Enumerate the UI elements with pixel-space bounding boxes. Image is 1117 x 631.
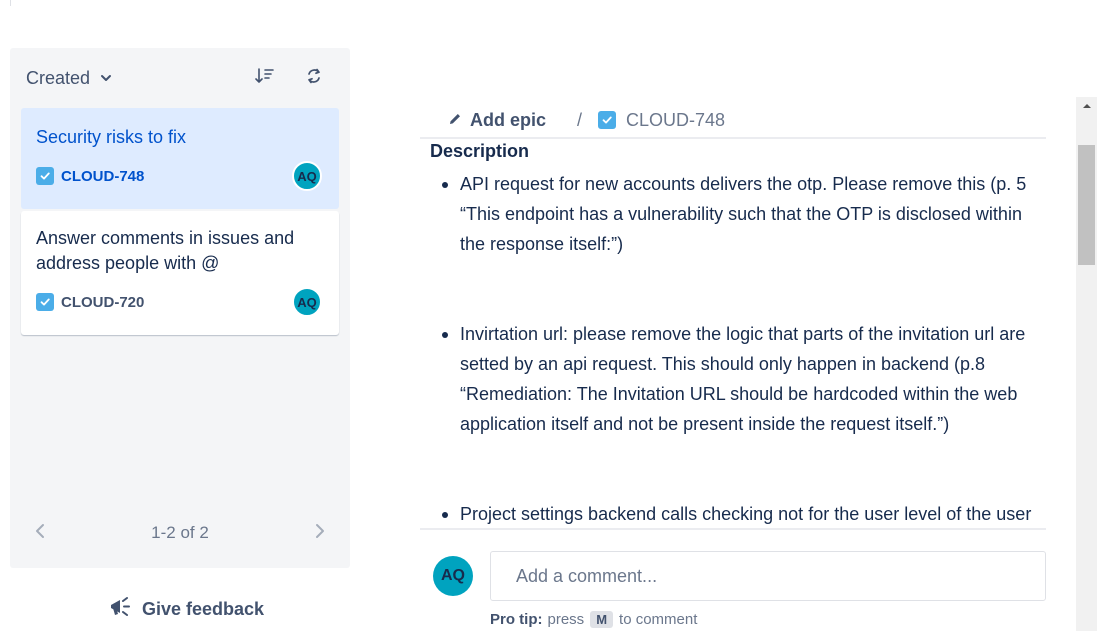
description-bullet: Invirtation url: please remove the logic…: [430, 319, 1040, 439]
top-divider: [10, 0, 11, 6]
issue-card-title: Answer comments in issues and address pe…: [36, 228, 295, 273]
sort-by-label: Created: [26, 67, 91, 88]
pro-tip-suffix: to comment: [619, 611, 698, 628]
checkbox-icon: [598, 111, 617, 129]
description-heading: Description: [430, 141, 530, 161]
pro-tip: Pro tip: press M to comment: [490, 611, 697, 628]
avatar[interactable]: AQ: [292, 287, 322, 317]
scroll-up-button[interactable]: [1076, 97, 1097, 115]
issue-card-key-row: CLOUD-720: [36, 293, 144, 311]
pagination-count: 1-2 of 2: [151, 523, 209, 542]
avatar: AQ: [433, 556, 473, 596]
scroll-up-icon: [1082, 97, 1092, 115]
scrollbar[interactable]: [1076, 97, 1097, 631]
sort-icon: [255, 67, 275, 90]
breadcrumb-issue-key[interactable]: CLOUD-748: [626, 110, 725, 131]
issue-card-key: CLOUD-720: [61, 293, 145, 311]
pro-tip-label: Pro tip:: [490, 611, 543, 628]
give-feedback-button[interactable]: Give feedback: [108, 595, 264, 624]
description-body[interactable]: API request for new accounts delivers th…: [430, 166, 1050, 528]
description-bullet: API request for new accounts delivers th…: [430, 169, 1040, 259]
issue-list-panel: Created Security risks to fix CLOUD-748 …: [10, 48, 350, 568]
chevron-right-icon: [315, 523, 325, 544]
refresh-icon: [305, 67, 323, 90]
header-divider: [420, 137, 1046, 139]
add-epic-button[interactable]: Add epic: [448, 110, 546, 131]
checkbox-icon: [36, 167, 54, 185]
issue-card[interactable]: Security risks to fix CLOUD-748 AQ: [21, 108, 339, 209]
chevron-down-icon: [100, 72, 112, 84]
comment-input[interactable]: [490, 551, 1046, 601]
pro-tip-press: press: [547, 611, 585, 628]
add-epic-label: Add epic: [470, 109, 547, 130]
refresh-button[interactable]: [302, 66, 326, 90]
give-feedback-label: Give feedback: [142, 599, 265, 619]
checkbox-icon: [36, 293, 54, 311]
description-bullet: Project settings backend calls checking …: [430, 499, 1040, 528]
description-divider: [420, 528, 1046, 530]
megaphone-icon: [108, 595, 142, 624]
issue-list-header: Created: [10, 48, 350, 108]
scrollbar-thumb[interactable]: [1078, 145, 1095, 265]
next-page-button[interactable]: [310, 523, 330, 543]
keyboard-shortcut-key: M: [590, 611, 614, 628]
pagination: 1-2 of 2: [10, 518, 350, 548]
sort-by-dropdown[interactable]: Created: [26, 66, 112, 90]
issue-card-key: CLOUD-748: [61, 167, 145, 185]
avatar[interactable]: AQ: [292, 161, 322, 191]
issue-card-title: Security risks to fix: [36, 127, 187, 147]
pencil-icon: [448, 110, 470, 131]
breadcrumb-separator: /: [577, 109, 583, 130]
issue-card-key-row: CLOUD-748: [36, 167, 144, 185]
breadcrumb: Add epic / CLOUD-748: [448, 107, 725, 133]
issue-card[interactable]: Answer comments in issues and address pe…: [21, 211, 339, 335]
sort-order-button[interactable]: [253, 66, 277, 90]
